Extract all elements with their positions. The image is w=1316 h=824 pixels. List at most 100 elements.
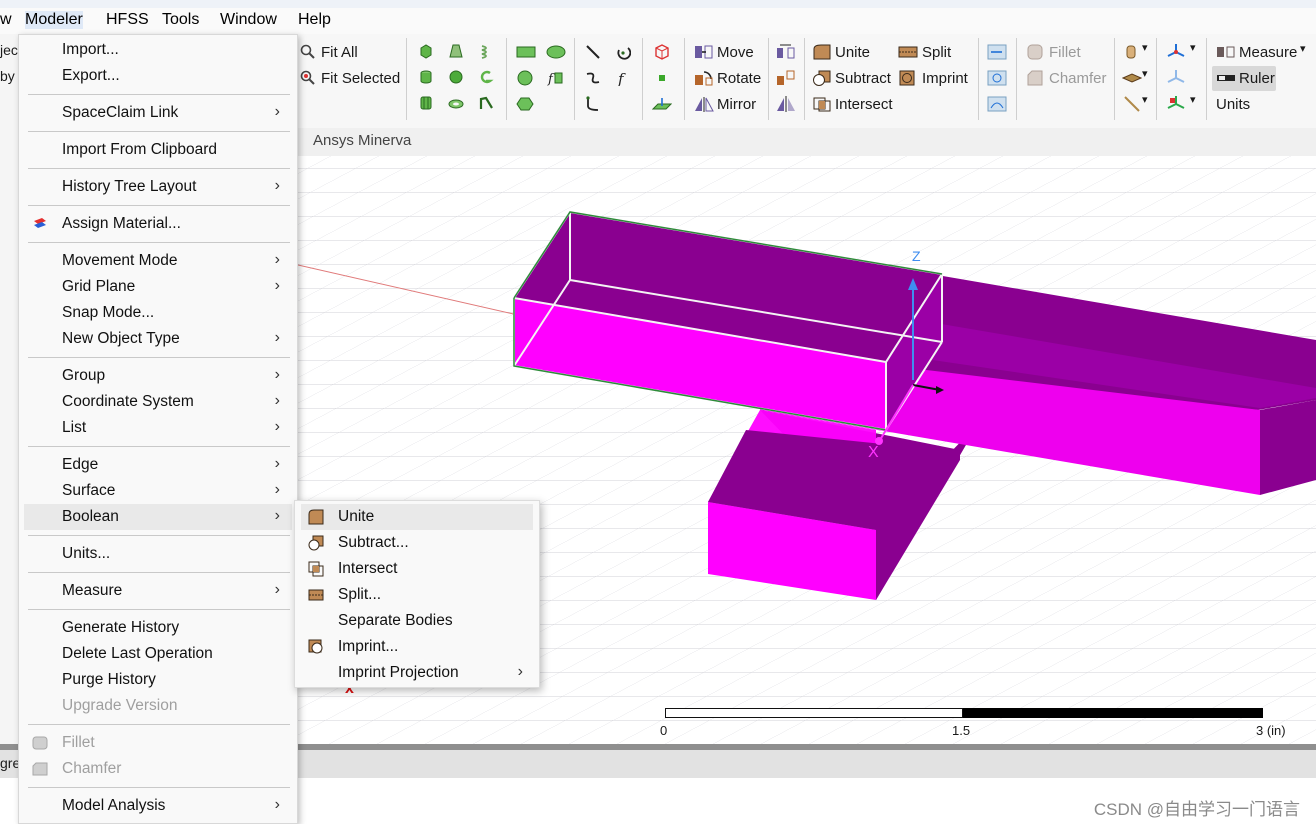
menu-item-delete-last-operation[interactable]: Delete Last Operation [24, 641, 292, 667]
measure-line-icon[interactable] [1124, 96, 1140, 112]
menu-item-group[interactable]: Group › [24, 363, 292, 389]
ribbon-separator [506, 38, 507, 120]
ruler-button[interactable]: Ruler [1239, 70, 1275, 87]
menu-item-import[interactable]: Import... [24, 37, 292, 63]
wrap-dropdown-chevron-icon[interactable]: ▾ [1142, 41, 1148, 54]
submenu-item-unite[interactable]: Unite [301, 504, 533, 530]
duplicate-along-line-icon[interactable] [776, 44, 796, 60]
menu-item-generate-history[interactable]: Generate History [24, 615, 292, 641]
fillet-button[interactable]: Fillet [1049, 44, 1081, 61]
draw-point-icon[interactable] [656, 72, 668, 84]
menu-item-history-tree-layout[interactable]: History Tree Layout › [24, 174, 292, 200]
duplicate-mirror-icon[interactable] [776, 96, 796, 112]
sweep-around-axis-icon[interactable] [987, 70, 1007, 86]
draw-torus-icon[interactable] [448, 95, 464, 111]
menu-item-assign-material[interactable]: Assign Material... [24, 211, 292, 237]
draw-cylinder-icon[interactable] [418, 69, 434, 85]
menu-modeler[interactable]: Modeler [25, 11, 83, 29]
menu-item-upgrade-version[interactable]: Upgrade Version [24, 693, 292, 719]
draw-center-point-arc-icon[interactable] [585, 96, 601, 112]
sweep-along-path-icon[interactable] [987, 96, 1007, 112]
object-coordinate-system-icon[interactable] [1166, 95, 1186, 113]
draw-ellipse-icon[interactable] [546, 44, 566, 60]
cs-dropdown-chevron-icon[interactable]: ▾ [1190, 41, 1196, 54]
mirror-button[interactable]: Mirror [717, 96, 756, 113]
menu-item-boolean[interactable]: Boolean › [24, 504, 292, 530]
ribbon-separator [1016, 38, 1017, 120]
thicken-sheet-icon[interactable] [1122, 70, 1142, 86]
menu-item-fillet[interactable]: Fillet [24, 730, 292, 756]
draw-cone-icon[interactable] [448, 43, 464, 59]
draw-helix-icon[interactable] [478, 43, 494, 59]
menu-item-model-analysis[interactable]: Model Analysis › [24, 793, 292, 819]
draw-arc-icon[interactable] [615, 44, 631, 60]
tab-ansys-minerva[interactable]: Ansys Minerva [313, 132, 411, 149]
draw-circle-icon[interactable] [516, 70, 534, 86]
menu-view[interactable]: w [0, 11, 12, 29]
submenu-item-separate-bodies[interactable]: Separate Bodies [301, 608, 533, 634]
draw-spline-icon[interactable] [585, 70, 601, 86]
submenu-item-imprint[interactable]: Imprint... [301, 634, 533, 660]
draw-rectangle-icon[interactable] [516, 44, 536, 60]
draw-equation-curve-icon[interactable]: f [615, 70, 631, 86]
draw-sphere-icon[interactable] [448, 69, 464, 85]
sweep-along-vector-icon[interactable] [987, 44, 1007, 60]
face-coordinate-system-icon[interactable] [1166, 69, 1186, 87]
submenu-arrow-icon: › [274, 277, 280, 294]
imprint-button[interactable]: Imprint [922, 70, 968, 87]
split-button[interactable]: Split [922, 44, 951, 61]
create-plane-icon[interactable] [652, 96, 672, 112]
units-button[interactable]: Units [1216, 96, 1250, 113]
fit-all-button[interactable]: Fit All [321, 44, 358, 61]
chamfer-button[interactable]: Chamfer [1049, 70, 1107, 87]
draw-torus-spiral-icon[interactable] [478, 69, 494, 85]
submenu-item-intersect[interactable]: Intersect [301, 556, 533, 582]
move-button[interactable]: Move [717, 44, 754, 61]
measure-line-dropdown-chevron-icon[interactable]: ▾ [1142, 93, 1148, 106]
subtract-button[interactable]: Subtract [835, 70, 891, 87]
wrap-sheet-icon[interactable] [1124, 44, 1140, 60]
menu-item-chamfer[interactable]: Chamfer [24, 756, 292, 782]
menu-item-measure[interactable]: Measure › [24, 578, 292, 604]
menu-item-movement-mode[interactable]: Movement Mode › [24, 248, 292, 274]
ocs-dropdown-chevron-icon[interactable]: ▾ [1190, 93, 1196, 106]
fit-selected-button[interactable]: Fit Selected [321, 70, 400, 87]
menu-item-edge[interactable]: Edge › [24, 452, 292, 478]
intersect-button[interactable]: Intersect [835, 96, 893, 113]
measure-button[interactable]: Measure [1239, 44, 1297, 61]
draw-bondwire-icon[interactable] [478, 95, 494, 111]
menu-item-list[interactable]: List › [24, 415, 292, 441]
thicken-dropdown-chevron-icon[interactable]: ▾ [1142, 67, 1148, 80]
menu-item-export[interactable]: Export... [24, 63, 292, 89]
menu-item-coordinate-system[interactable]: Coordinate System › [24, 389, 292, 415]
menu-item-spaceclaim-link[interactable]: SpaceClaim Link › [24, 100, 292, 126]
draw-line-icon[interactable] [585, 44, 601, 60]
draw-regular-polygon-icon[interactable] [516, 96, 534, 112]
menu-item-units[interactable]: Units... [24, 541, 292, 567]
draw-box-icon[interactable] [418, 43, 434, 59]
submenu-item-split[interactable]: Split... [301, 582, 533, 608]
menu-hfss[interactable]: HFSS [106, 11, 149, 29]
draw-equation-surface-icon[interactable]: f [546, 70, 564, 86]
submenu-arrow-icon: › [274, 455, 280, 472]
submenu-arrow-icon: › [274, 366, 280, 383]
menu-item-snap-mode[interactable]: Snap Mode... [24, 300, 292, 326]
unite-button[interactable]: Unite [835, 44, 870, 61]
rotate-button[interactable]: Rotate [717, 70, 761, 87]
menu-tools[interactable]: Tools [162, 11, 199, 29]
menu-item-new-object-type[interactable]: New Object Type › [24, 326, 292, 352]
create-region-icon[interactable] [654, 44, 670, 60]
menu-item-grid-plane[interactable]: Grid Plane › [24, 274, 292, 300]
measure-dropdown-chevron-icon[interactable]: ▾ [1300, 42, 1306, 55]
duplicate-around-axis-icon[interactable] [776, 70, 796, 86]
menu-item-import-from-clipboard[interactable]: Import From Clipboard [24, 137, 292, 163]
menu-item-surface[interactable]: Surface › [24, 478, 292, 504]
menu-help[interactable]: Help [298, 11, 331, 29]
menu-item-purge-history[interactable]: Purge History [24, 667, 292, 693]
submenu-item-imprint-projection[interactable]: Imprint Projection › [301, 660, 533, 686]
draw-polyhedron-icon[interactable] [418, 95, 434, 111]
menu-window[interactable]: Window [220, 11, 277, 29]
coordinate-system-icon[interactable] [1166, 43, 1186, 61]
submenu-item-subtract[interactable]: Subtract... [301, 530, 533, 556]
chamfer-icon [32, 762, 48, 776]
